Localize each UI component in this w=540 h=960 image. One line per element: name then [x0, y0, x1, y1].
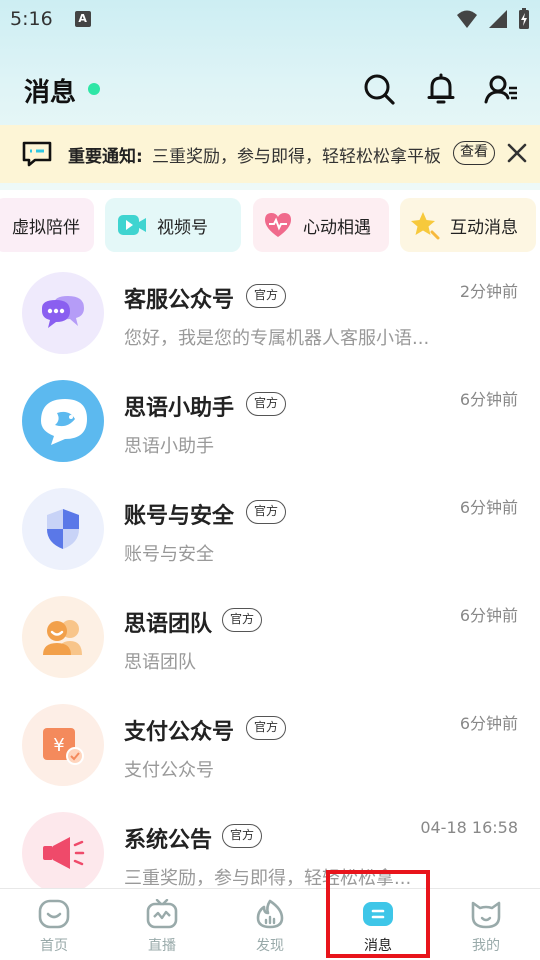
message-time: 6分钟前 [459, 390, 518, 409]
tab-label: 虚拟陪伴 [12, 217, 80, 238]
message-title: 思语小助手 [124, 396, 235, 421]
announcement-chat-icon [22, 141, 52, 167]
official-badge: 官方 [222, 824, 263, 848]
bottom-nav: 首页 直播 发现 消息 我的 [0, 888, 540, 960]
payment-yuan-icon: ¥ [43, 728, 84, 765]
message-preview: 账号与安全 [124, 544, 214, 565]
home-icon [38, 899, 70, 929]
list-item[interactable]: 账号与安全 官方 6分钟前 账号与安全 [0, 484, 540, 592]
list-item[interactable]: 思语团队 官方 6分钟前 思语团队 [0, 592, 540, 700]
interaction-star-icon [411, 212, 440, 240]
tab-label: 视频号 [157, 217, 208, 238]
signal-icon [489, 10, 507, 28]
message-time: 6分钟前 [459, 498, 518, 517]
nav-label: 我的 [472, 938, 500, 954]
message-time: 04-18 16:58 [420, 818, 518, 837]
notice-view-button[interactable]: 查看 [453, 141, 495, 165]
page-header: 消息 [0, 60, 540, 118]
official-badge: 官方 [246, 392, 287, 416]
avatar [22, 596, 104, 678]
video-channel-icon [118, 215, 146, 235]
avatar [22, 488, 104, 570]
nav-label: 直播 [148, 938, 176, 954]
official-badge: 官方 [246, 284, 287, 308]
tab-label: 互动消息 [450, 217, 518, 238]
profile-cat-icon [471, 901, 501, 929]
heart-meet-icon [265, 213, 291, 237]
wifi-icon [457, 10, 477, 28]
nav-label: 首页 [40, 938, 68, 954]
message-title: 思语团队 [124, 612, 213, 637]
close-icon[interactable] [506, 142, 528, 164]
tab-label: 心动相遇 [303, 217, 371, 238]
avatar [22, 380, 104, 462]
notice-text: 三重奖励，参与即得，轻轻松松拿平板 [152, 147, 440, 167]
chat-bubbles-icon [42, 296, 84, 328]
nav-home[interactable]: 首页 [0, 889, 108, 960]
tab-interaction[interactable]: 互动消息 [400, 198, 536, 252]
message-preview: 思语小助手 [124, 436, 214, 457]
message-time: 6分钟前 [459, 606, 518, 625]
quick-tabs: 虚拟陪伴 视频号 心动相遇 互动消息 [0, 198, 540, 252]
message-title: 账号与安全 [124, 504, 235, 529]
official-badge: 官方 [222, 608, 263, 632]
list-item[interactable]: 思语小助手 官方 6分钟前 思语小助手 [0, 376, 540, 484]
tab-virtual-companion[interactable]: 虚拟陪伴 [0, 198, 94, 252]
live-tv-icon [146, 899, 178, 929]
nav-label: 发现 [256, 938, 284, 954]
assistant-bird-icon [41, 399, 87, 445]
message-preview: 您好，我是您的专属机器人客服小语... [124, 328, 430, 349]
status-bar: 5:16 A [0, 0, 540, 38]
nav-profile[interactable]: 我的 [432, 889, 540, 960]
bell-icon[interactable] [424, 72, 458, 106]
notice-label: 重要通知: [68, 147, 143, 167]
team-icon [43, 620, 82, 655]
official-badge: 官方 [246, 500, 287, 524]
highlight-box [326, 870, 430, 958]
list-item[interactable]: ¥ 支付公众号 官方 6分钟前 支付公众号 [0, 700, 540, 808]
search-icon[interactable] [362, 72, 396, 106]
message-preview: 支付公众号 [124, 760, 214, 781]
nav-discover[interactable]: 发现 [216, 889, 324, 960]
avatar [22, 812, 104, 894]
tab-video-channel[interactable]: 视频号 [105, 198, 241, 252]
status-time: 5:16 [10, 8, 53, 30]
nav-live[interactable]: 直播 [108, 889, 216, 960]
page-title: 消息 [24, 78, 77, 108]
avatar [22, 272, 104, 354]
message-time: 2分钟前 [459, 282, 518, 301]
shield-icon [47, 509, 79, 549]
message-preview: 思语团队 [124, 652, 196, 673]
message-title: 系统公告 [124, 828, 213, 853]
list-item[interactable]: 客服公众号 官方 2分钟前 您好，我是您的专属机器人客服小语... [0, 268, 540, 376]
message-title: 支付公众号 [124, 720, 235, 745]
svg-text:¥: ¥ [53, 735, 64, 756]
contacts-icon[interactable] [484, 72, 518, 106]
status-notification-badge: A [74, 11, 91, 27]
message-time: 6分钟前 [459, 714, 518, 733]
megaphone-icon [43, 837, 85, 869]
battery-icon [519, 8, 529, 29]
avatar: ¥ [22, 704, 104, 786]
online-status-dot [88, 83, 100, 95]
official-badge: 官方 [246, 716, 287, 740]
notice-banner[interactable]: 重要通知: 三重奖励，参与即得，轻轻松松拿平板 查看 [0, 125, 540, 183]
tab-heart-meet[interactable]: 心动相遇 [253, 198, 389, 252]
discover-flame-icon [256, 899, 284, 929]
message-title: 客服公众号 [124, 288, 235, 313]
